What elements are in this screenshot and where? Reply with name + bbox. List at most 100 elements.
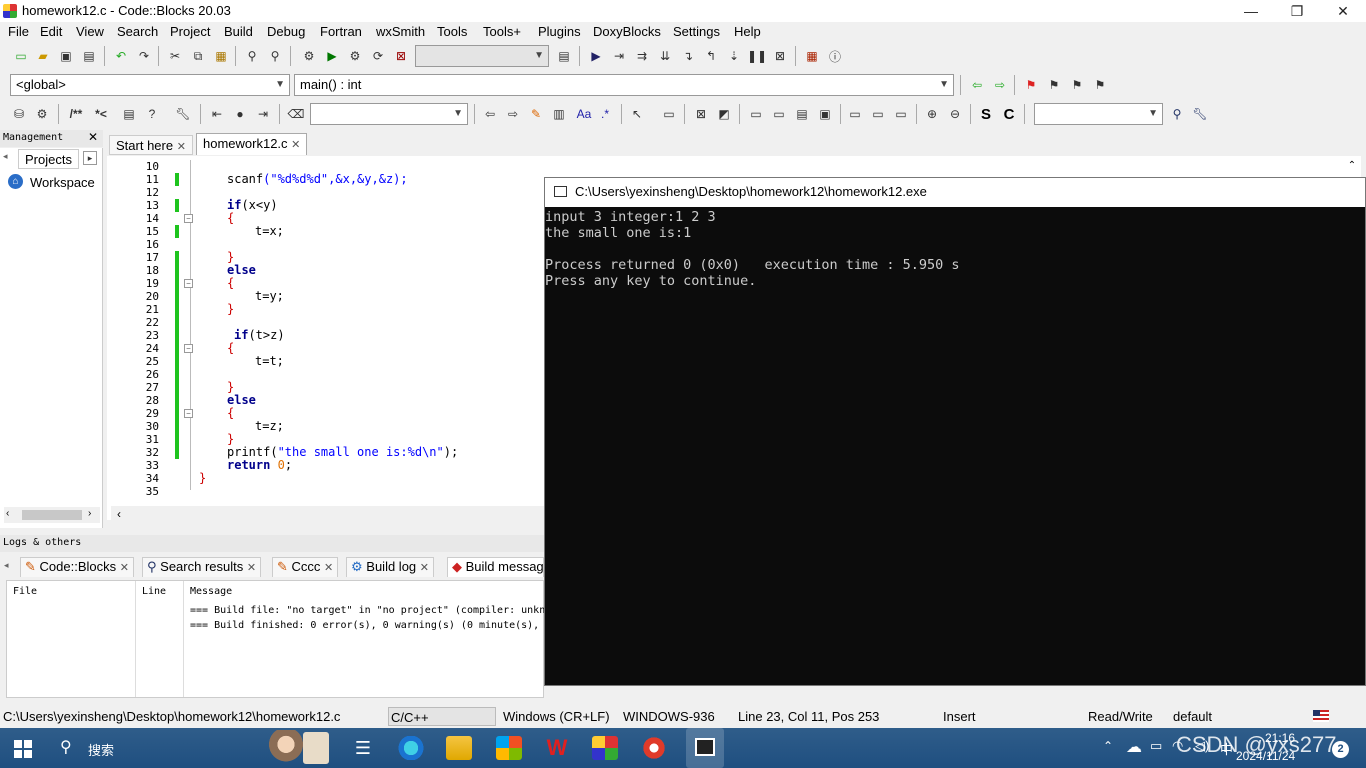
save-icon[interactable]: ▣ <box>57 47 75 65</box>
new-file-icon[interactable]: ▭ <box>12 47 30 65</box>
tab-homework12[interactable]: homework12.c ✕ <box>196 133 308 155</box>
scroll-left-icon[interactable]: ‹ <box>6 508 9 519</box>
doxy-config-icon[interactable]: 🔧︎ <box>174 105 192 123</box>
code-line[interactable]: if(t>z) <box>234 329 285 342</box>
search-icon[interactable]: ⚲ <box>60 737 72 757</box>
block-comment-icon[interactable]: /** <box>64 105 88 123</box>
code-line[interactable]: t=y; <box>255 290 284 303</box>
editor-scroll-up-icon[interactable]: ⌃ <box>1345 160 1359 174</box>
management-close-icon[interactable]: ✕ <box>88 130 98 144</box>
workspace-tree-item[interactable]: Workspace <box>30 175 95 190</box>
undo-icon[interactable]: ↶ <box>112 47 130 65</box>
find-prev-icon[interactable]: ⇦ <box>481 105 499 123</box>
html-docs-icon[interactable]: ▤ <box>120 105 138 123</box>
battery-icon[interactable]: ▭ <box>1150 738 1162 754</box>
nassi-instruction-icon[interactable]: ▭ <box>660 105 678 123</box>
save-all-icon[interactable]: ▤ <box>80 47 98 65</box>
menu-edit[interactable]: Edit <box>40 24 62 39</box>
nassi-continue-icon[interactable]: ▭ <box>869 105 887 123</box>
run-to-cursor-icon[interactable]: ⇥ <box>610 47 628 65</box>
paste-icon[interactable]: ▦ <box>212 47 230 65</box>
console-taskbar-item[interactable] <box>686 728 724 768</box>
find-icon[interactable]: ⚲ <box>243 47 261 65</box>
code-line[interactable]: { <box>227 342 234 355</box>
show-hidden-icons-icon[interactable]: ⌃ <box>1103 739 1113 753</box>
jump-forward-icon[interactable]: ⇨ <box>991 76 1009 94</box>
tab-close-icon[interactable]: ✕ <box>420 562 429 574</box>
fold-toggle-icon[interactable]: − <box>184 214 193 223</box>
column-header-file[interactable]: File <box>13 586 37 597</box>
codeblocks-taskbar-icon[interactable] <box>592 736 618 760</box>
tab-close-icon[interactable]: ✕ <box>120 562 129 574</box>
log-tab-cccc[interactable]: ✎ Cccc ✕ <box>272 557 339 577</box>
symbol-settings-icon[interactable]: 🔧︎ <box>1191 105 1209 123</box>
file-explorer-icon[interactable] <box>446 736 472 760</box>
next-breakpoint-icon[interactable]: ⇥ <box>254 105 272 123</box>
code-line[interactable]: scanf("%d%d%d",&x,&y,&z); <box>227 173 408 186</box>
code-line[interactable]: if(x<y) <box>227 199 278 212</box>
nassi-break-icon[interactable]: ▭ <box>846 105 864 123</box>
search-highlight-image[interactable] <box>268 730 304 766</box>
menu-debug[interactable]: Debug <box>267 24 305 39</box>
scope-combo[interactable]: <global> ▼ <box>10 74 290 96</box>
breakpoint-icon[interactable]: ● <box>231 105 249 123</box>
zoom-out-icon[interactable]: ⊖ <box>946 105 964 123</box>
highlight-icon[interactable]: ✎ <box>527 105 545 123</box>
log-tab-build-log[interactable]: ⚙ Build log ✕ <box>346 557 434 577</box>
rebuild-icon[interactable]: ⟳ <box>369 47 387 65</box>
find-next-icon[interactable]: ⇨ <box>504 105 522 123</box>
pointer-icon[interactable]: ↖ <box>628 105 646 123</box>
nassi-if-icon[interactable]: ⊠ <box>692 105 710 123</box>
task-view-icon[interactable]: ☰ <box>350 736 376 760</box>
jump-back-icon[interactable]: ⇦ <box>968 76 986 94</box>
scroll-right-icon[interactable]: › <box>88 508 91 519</box>
menu-search[interactable]: Search <box>117 24 158 39</box>
incremental-search-input[interactable]: ▼ <box>310 103 468 125</box>
nassi-dowhile-icon[interactable]: ▭ <box>770 105 788 123</box>
replace-icon[interactable]: ⚲ <box>266 47 284 65</box>
menu-help[interactable]: Help <box>734 24 761 39</box>
tab-close-icon[interactable]: ✕ <box>247 562 256 574</box>
build-messages-list[interactable]: File Line Message === Build file: "no ta… <box>6 580 544 698</box>
stop-debug-icon[interactable]: ⊠ <box>771 47 789 65</box>
tab-scroll-left-icon[interactable]: ◂ <box>3 151 8 162</box>
symbol-search-combo[interactable]: ▼ <box>1034 103 1163 125</box>
nassi-while-icon[interactable]: ▭ <box>747 105 765 123</box>
code-line[interactable]: { <box>227 212 234 225</box>
scroll-thumb[interactable] <box>22 510 82 520</box>
prev-bookmark-icon[interactable]: ⚑ <box>1045 76 1063 94</box>
tab-close-icon[interactable]: ✕ <box>177 141 186 153</box>
column-header-message[interactable]: Message <box>190 586 232 597</box>
nassi-source-icon[interactable]: S <box>977 105 995 123</box>
next-line-icon[interactable]: ⇉ <box>633 47 651 65</box>
log-tab-build-messages[interactable]: ◆ Build messag <box>447 557 544 577</box>
doxywizard-icon[interactable]: ⛁ <box>10 105 28 123</box>
app-taskbar-icon[interactable] <box>641 736 667 760</box>
next-instruction-icon[interactable]: ⇊ <box>656 47 674 65</box>
menu-settings[interactable]: Settings <box>673 24 720 39</box>
code-line[interactable]: { <box>227 407 234 420</box>
close-button[interactable]: ✕ <box>1320 0 1366 22</box>
zoom-in-icon[interactable]: ⊕ <box>923 105 941 123</box>
menu-wxsmith[interactable]: wxSmith <box>376 24 425 39</box>
code-line[interactable]: { <box>227 277 234 290</box>
nassi-comment-icon[interactable]: C <box>1000 105 1018 123</box>
management-hscrollbar[interactable]: ‹ › <box>4 507 100 523</box>
build-run-icon[interactable]: ⚙ <box>346 47 364 65</box>
edge-browser-icon[interactable] <box>398 736 424 760</box>
logs-scroll-left-icon[interactable]: ◂ <box>4 560 9 571</box>
incremental-search-icon[interactable]: ⌫ <box>287 105 305 123</box>
menu-doxyblocks[interactable]: DoxyBlocks <box>593 24 661 39</box>
menu-file[interactable]: File <box>8 24 29 39</box>
code-line[interactable]: t=z; <box>255 420 284 433</box>
chm-docs-icon[interactable]: ? <box>143 105 161 123</box>
cut-icon[interactable]: ✂ <box>166 47 184 65</box>
menu-plugins[interactable]: Plugins <box>538 24 581 39</box>
step-out-icon[interactable]: ↰ <box>702 47 720 65</box>
microsoft-store-icon[interactable] <box>496 736 522 760</box>
nassi-for-icon[interactable]: ▤ <box>793 105 811 123</box>
code-area[interactable]: scanf("%d%d%d",&x,&y,&z); if(x<y) −{t=x;} e… <box>107 160 547 505</box>
debug-run-icon[interactable]: ▶ <box>587 47 605 65</box>
target-dialog-icon[interactable]: ▤ <box>555 47 573 65</box>
column-header-line[interactable]: Line <box>142 586 166 597</box>
